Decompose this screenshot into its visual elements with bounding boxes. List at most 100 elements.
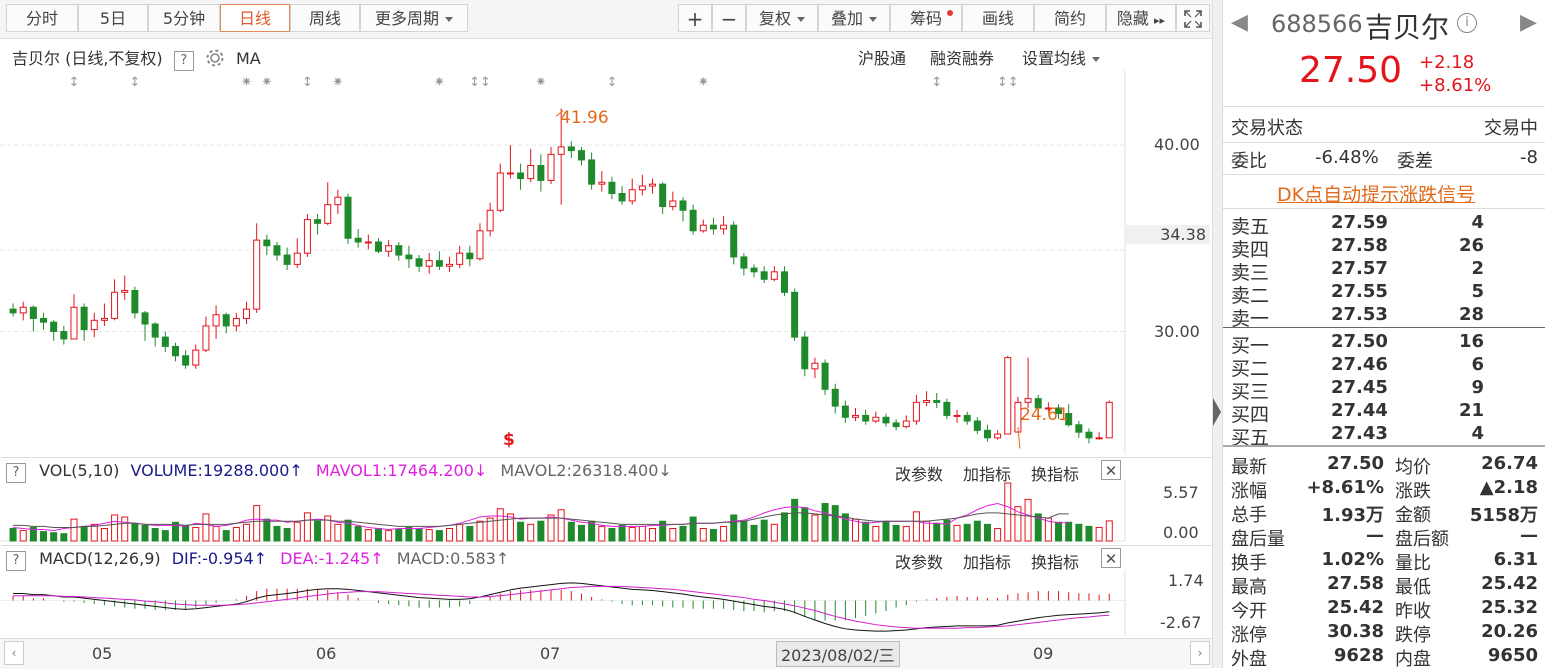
candle-down [679,200,687,211]
period-tab-5day[interactable]: 5日 [78,4,148,32]
hide-button[interactable]: 隐藏 ▸▸ [1106,4,1176,32]
candle-down [354,237,362,243]
chart-help-button[interactable]: ? [173,51,194,71]
info-marker-icon: ↕ [931,75,942,90]
zoom-out-button[interactable]: − [712,4,746,32]
volume-bar-down [892,524,900,542]
date-label-06: 06 [316,644,337,663]
bid-row-3-price[interactable]: 27.45 [1331,377,1388,398]
period-tab-5min[interactable]: 5分钟 [148,4,220,32]
adjust-dropdown[interactable]: 复权 [746,4,818,32]
volume-bar-up [527,523,535,542]
collapse-panel-icon[interactable] [1213,398,1221,426]
volume-bar-up [364,529,372,542]
info-marker-icon: ↕↕ [469,75,491,90]
volume-bar-up [557,509,565,542]
info-marker-icon: ✷ [434,75,445,90]
header-link-hgt[interactable]: 沪股通 [858,45,906,69]
candle-up [770,271,778,280]
period-tab-daily[interactable]: 日线 [220,4,290,32]
scroll-right-button[interactable]: › [1190,641,1210,665]
overlay-dropdown[interactable]: 叠加 [818,4,890,32]
candle-down [1085,431,1093,439]
gear-icon[interactable] [205,48,225,68]
info-icon[interactable]: i [1457,13,1477,33]
candle-down [40,317,48,323]
volume-bar-down [689,516,697,542]
ask-row-4-price[interactable]: 27.58 [1331,235,1388,256]
stat-label: 涨停 [1231,625,1267,646]
volume-bar-down [50,532,58,542]
candle-down [791,291,799,338]
dk-signal-link[interactable]: DK点自动提示涨跌信号 [1277,180,1475,207]
candle-up [70,306,78,340]
scroll-left-button[interactable]: ‹ [4,641,24,665]
bid-row-2-volume: 6 [1471,354,1484,375]
candle-down [29,306,37,319]
period-tab-intraday[interactable]: 分时 [6,4,78,32]
volume-bar-down [9,528,17,542]
ask-row-2-price[interactable]: 27.55 [1331,281,1388,302]
stat-label: 总手 [1231,505,1267,526]
next-stock-icon[interactable]: ▶ [1520,10,1537,35]
high-price-annotation: 41.96 [560,108,609,128]
fullscreen-button[interactable] [1176,4,1210,32]
trade-status-label: 交易状态 [1231,118,1303,139]
header-link-margin[interactable]: 融资融券 [930,45,994,69]
candle-down [821,362,829,390]
stat-value: 25.42 [1481,573,1538,594]
draw-button[interactable]: 画线 [962,4,1034,32]
candle-down [466,252,474,260]
volume-bar-up [1024,498,1032,542]
prev-stock-icon[interactable]: ◀ [1231,10,1248,35]
ma-settings-dropdown[interactable]: 设置均线 [1022,45,1100,69]
ask-row-3-price[interactable]: 27.57 [1331,258,1388,279]
vol-volume: VOLUME:19288.000 [130,461,290,480]
stat-label: 涨跌 [1395,481,1431,502]
macd-pane-divider [0,545,1212,546]
volume-bar-up [70,518,78,542]
vol-close-button[interactable]: ✕ [1101,460,1121,480]
adjust-label: 复权 [758,9,791,28]
volume-bar-down [1085,525,1093,542]
bid-row-2-price[interactable]: 27.46 [1331,354,1388,375]
stat-value: 9650 [1487,645,1538,666]
volume-bar-up [1105,520,1113,542]
candle-down [973,420,981,431]
macd-close-button[interactable]: ✕ [1101,548,1121,568]
volume-bar-up [121,516,129,542]
candle-down [943,401,951,416]
stat-label: 换手 [1231,553,1267,574]
notification-dot [947,10,953,16]
bid-row-5-price[interactable]: 27.43 [1331,423,1388,444]
info-marker-icon: ↕↕ [997,75,1019,90]
candle-down [608,181,616,194]
candle-up [324,204,332,224]
more-periods-dropdown[interactable]: 更多周期 [360,4,468,32]
simple-button[interactable]: 简约 [1034,4,1106,32]
stat-label: 跌停 [1395,625,1431,646]
bid-row-4-price[interactable]: 27.44 [1331,400,1388,421]
volume-bar-down [151,528,159,542]
ask-row-5-price[interactable]: 27.59 [1331,212,1388,233]
candle-down [314,219,322,224]
candle-down [892,422,900,428]
weibi-label: 委比 [1231,151,1267,172]
candle-down [344,196,352,239]
candle-up [253,239,261,310]
zoom-in-button[interactable]: + [678,4,712,32]
chips-button[interactable]: 筹码 [890,4,962,32]
candle-up [496,172,504,211]
period-tab-weekly[interactable]: 周线 [290,4,360,32]
volume-bar-down [40,531,48,542]
macd-help-button[interactable]: ? [6,551,26,571]
candle-down [182,355,190,366]
stat-label: 今开 [1231,601,1267,622]
candle-up [486,209,494,232]
divider [1223,174,1545,175]
ask-row-1-price[interactable]: 27.53 [1331,304,1388,325]
info-marker-icon: ✷ [332,75,343,90]
candle-up [1105,401,1113,439]
ma-indicator-label[interactable]: MA [236,49,261,68]
bid-row-1-price[interactable]: 27.50 [1331,331,1388,352]
